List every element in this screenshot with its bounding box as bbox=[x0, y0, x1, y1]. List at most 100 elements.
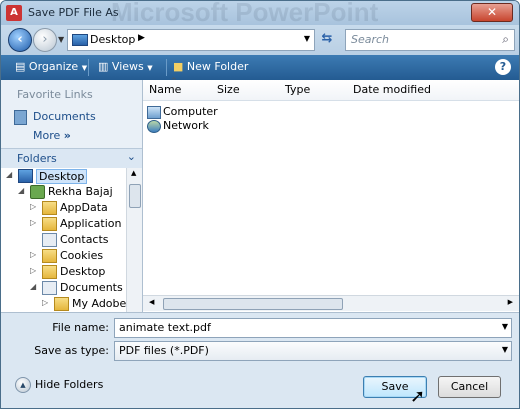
new-folder-button[interactable]: ■ New Folder bbox=[173, 60, 248, 73]
organize-menu[interactable]: ▤ Organize ▼ bbox=[15, 60, 87, 73]
tree-item-label: Application Da bbox=[60, 217, 126, 230]
collapsed-arrow-icon[interactable]: ▷ bbox=[42, 298, 48, 307]
forward-button[interactable]: › bbox=[33, 28, 57, 52]
column-header-type[interactable]: Type bbox=[279, 80, 348, 101]
tree-item-label: AppData bbox=[60, 201, 108, 214]
column-header-name[interactable]: ^ Name bbox=[143, 77, 212, 101]
title-bar[interactable]: Microsoft PowerPoint A Save PDF File As … bbox=[1, 0, 519, 27]
tree-item-label: Contacts bbox=[60, 233, 109, 246]
chevron-down-icon[interactable]: ▼ bbox=[502, 345, 508, 354]
favorite-links-heading: Favorite Links bbox=[17, 88, 93, 101]
more-label: More bbox=[33, 129, 61, 142]
user-icon bbox=[30, 185, 45, 199]
expanded-arrow-icon[interactable]: ◢ bbox=[6, 170, 12, 179]
address-dropdown-icon[interactable]: ▼ bbox=[304, 34, 310, 43]
search-icon[interactable]: ⌕ bbox=[502, 32, 509, 47]
chevron-down-icon: ⌄ bbox=[126, 150, 136, 163]
chevron-down-icon: ▼ bbox=[81, 64, 88, 72]
folder-icon bbox=[42, 249, 57, 263]
column-label: Date modified bbox=[353, 83, 431, 96]
more-links-button[interactable]: More » bbox=[33, 129, 71, 142]
tree-item-label: My Adobe C bbox=[72, 297, 126, 310]
search-input[interactable]: Search ⌕ bbox=[345, 29, 515, 51]
folder-tree: ◢ Desktop ◢ Rekha Bajaj ▷ AppData ▷ Appl… bbox=[1, 168, 126, 312]
command-toolbar: ▤ Organize ▼ ▥ Views ▼ ■ New Folder ? bbox=[1, 55, 519, 80]
save-as-type-label: Save as type: bbox=[34, 344, 109, 357]
folder-icon bbox=[42, 265, 57, 279]
scroll-right-arrow-icon[interactable]: ▶ bbox=[508, 298, 513, 306]
expanded-arrow-icon[interactable]: ◢ bbox=[30, 282, 36, 291]
computer-icon bbox=[147, 106, 161, 119]
search-placeholder: Search bbox=[351, 33, 390, 46]
folder-icon bbox=[42, 201, 57, 215]
organize-label: Organize bbox=[28, 60, 79, 73]
expanded-arrow-icon[interactable]: ◢ bbox=[18, 186, 24, 195]
new-folder-label: New Folder bbox=[186, 60, 249, 73]
save-dialog-window: Microsoft PowerPoint A Save PDF File As … bbox=[0, 0, 520, 409]
navigation-pane: Favorite Links Documents More » Folders … bbox=[1, 80, 143, 312]
collapsed-arrow-icon[interactable]: ▷ bbox=[30, 250, 36, 259]
file-name-value[interactable]: animate text.pdf bbox=[119, 321, 211, 334]
documents-icon[interactable] bbox=[14, 110, 27, 125]
column-label: Name bbox=[149, 83, 182, 96]
column-label: Size bbox=[217, 83, 240, 96]
toolbar-divider bbox=[88, 59, 89, 76]
tree-item-label: Rekha Bajaj bbox=[48, 185, 113, 198]
recent-pages-dropdown-icon[interactable]: ▼ bbox=[58, 35, 64, 44]
address-location[interactable]: Desktop bbox=[90, 33, 135, 46]
file-list: ^ Name Size Type Date modified Computer … bbox=[143, 77, 519, 312]
back-button[interactable]: ‹ bbox=[8, 28, 32, 52]
toolbar-divider bbox=[166, 59, 167, 76]
collapsed-arrow-icon[interactable]: ▷ bbox=[30, 218, 36, 227]
pdf-app-icon: A bbox=[6, 5, 22, 21]
folder-tree-scrollbar[interactable]: ▲ bbox=[126, 168, 142, 312]
save-as-type-value: PDF files (*.PDF) bbox=[119, 344, 209, 357]
network-icon bbox=[147, 120, 161, 133]
views-label: Views bbox=[111, 60, 144, 73]
hide-folders-label: Hide Folders bbox=[35, 378, 104, 391]
scrollbar-thumb[interactable] bbox=[129, 184, 141, 208]
navigation-bar: ‹ › ▼ Desktop ▶ ▼ ⇆ Search ⌕ bbox=[1, 25, 519, 55]
views-icon: ▥ bbox=[98, 60, 109, 73]
list-item-label: Network bbox=[163, 119, 209, 132]
address-bar[interactable]: Desktop ▶ ▼ bbox=[67, 29, 315, 51]
chevron-down-icon: ▼ bbox=[147, 64, 153, 72]
favorite-link-documents[interactable]: Documents bbox=[33, 110, 96, 123]
save-as-type-select[interactable]: PDF files (*.PDF) ▼ bbox=[114, 341, 512, 361]
file-name-field[interactable]: animate text.pdf ▼ bbox=[114, 318, 512, 338]
folders-header[interactable]: Folders ⌄ bbox=[1, 148, 142, 169]
tree-item-label: Desktop bbox=[36, 169, 88, 184]
chevron-down-icon[interactable]: ▼ bbox=[502, 322, 508, 331]
save-options-panel: File name: animate text.pdf ▼ Save as ty… bbox=[1, 312, 519, 408]
scroll-left-arrow-icon[interactable]: ◀ bbox=[149, 298, 154, 306]
column-label: Type bbox=[285, 83, 311, 96]
file-name-label: File name: bbox=[52, 321, 109, 334]
folder-shortcut-icon bbox=[42, 217, 57, 231]
cancel-button[interactable]: Cancel bbox=[438, 376, 501, 398]
background-app-title: Microsoft PowerPoint bbox=[111, 0, 379, 27]
help-icon[interactable]: ? bbox=[495, 59, 511, 75]
close-button[interactable]: ✕ bbox=[471, 3, 513, 22]
tree-item-label: Cookies bbox=[60, 249, 104, 262]
double-chevron-icon: » bbox=[63, 129, 71, 142]
column-header-size[interactable]: Size bbox=[211, 80, 280, 101]
column-header-date-modified[interactable]: Date modified bbox=[347, 80, 519, 101]
desktop-icon bbox=[18, 169, 33, 183]
organize-icon: ▤ bbox=[15, 60, 26, 73]
breadcrumb-chevron-icon[interactable]: ▶ bbox=[138, 33, 145, 43]
list-item-label: Computer bbox=[163, 105, 218, 118]
desktop-icon bbox=[72, 34, 88, 46]
mouse-pointer-icon: ➚ bbox=[410, 386, 426, 407]
window-title: Save PDF File As bbox=[28, 6, 119, 19]
folder-icon bbox=[54, 297, 69, 311]
scroll-up-arrow-icon[interactable]: ▲ bbox=[131, 169, 136, 177]
tree-item-label: Desktop bbox=[60, 265, 106, 278]
collapsed-arrow-icon[interactable]: ▷ bbox=[30, 202, 36, 211]
contacts-icon bbox=[42, 233, 57, 247]
file-list-horizontal-scrollbar[interactable]: ◀ ▶ bbox=[143, 295, 519, 311]
refresh-button[interactable]: ⇆ bbox=[318, 30, 336, 48]
scrollbar-thumb[interactable] bbox=[163, 298, 343, 310]
chevron-up-icon: ▲ bbox=[15, 377, 31, 393]
views-menu[interactable]: ▥ Views ▼ bbox=[98, 60, 153, 73]
collapsed-arrow-icon[interactable]: ▷ bbox=[30, 266, 36, 275]
